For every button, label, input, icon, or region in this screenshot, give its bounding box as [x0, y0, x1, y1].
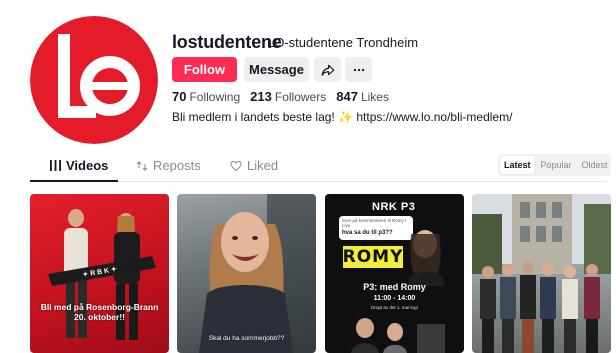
video-caption: Bli med på Rosenborg-Brann 20. oktober!! [40, 302, 159, 323]
username: lostudentene [172, 32, 282, 52]
video-caption: Skal du ha sommerjobb?? [208, 335, 285, 342]
video-thumbnail[interactable]: NRK P3 Svar på kommentaren til Romy i Li… [325, 194, 464, 353]
follow-button[interactable]: Follow [172, 57, 237, 82]
tab-liked[interactable]: Liked [230, 158, 278, 173]
share-icon [321, 64, 334, 76]
likes-stat: 847 Likes [336, 89, 389, 104]
followers-stat[interactable]: 213 Followers [250, 89, 326, 104]
tab-videos-label: Videos [66, 158, 109, 173]
nickname: LO-studentene Trondheim [267, 35, 419, 50]
tab-liked-label: Liked [247, 158, 279, 173]
bio: Bli medlem i landets beste lag! ✨ https:… [172, 110, 513, 124]
followers-count: 213 [250, 89, 272, 104]
sort-latest[interactable]: Latest [500, 156, 535, 174]
video-thumbnail[interactable]: Skal du ha sommerjobb?? [177, 194, 316, 353]
video-scene-image [199, 194, 316, 353]
tab-videos[interactable]: Videos [50, 158, 108, 173]
tab-reposts[interactable]: Reposts [136, 158, 201, 173]
avatar[interactable] [30, 16, 158, 144]
share-button[interactable] [314, 57, 341, 82]
lo-logo-icon [30, 16, 158, 144]
program-subtitle: Dropt av det 1. mai tog! [371, 305, 418, 310]
program-title: P3: med Romy [363, 282, 426, 292]
heart-icon [230, 160, 242, 171]
likes-count: 847 [336, 89, 358, 104]
sort-popular[interactable]: Popular [537, 156, 576, 174]
following-label: Following [189, 90, 241, 104]
profile-stats: 70 Following 213 Followers 847 Likes [172, 89, 389, 104]
program-time: 11:00 - 14:00 [373, 295, 416, 302]
repost-icon [136, 160, 148, 171]
more-icon [353, 68, 364, 71]
followers-label: Followers [274, 90, 327, 104]
following-count: 70 [172, 89, 187, 104]
video-scene-image [351, 230, 445, 353]
sort-toggle: Latest Popular Oldest [498, 154, 611, 176]
more-button[interactable] [345, 57, 372, 82]
grid-icon [50, 160, 61, 171]
likes-label: Likes [360, 90, 389, 104]
video-thumbnail[interactable]: ✦ R B K ✦ Bli med på Rosenborg-Brann 20.… [30, 194, 169, 353]
video-thumbnail[interactable] [472, 194, 611, 353]
video-scene-image: ✦ R B K ✦ [48, 209, 156, 340]
following-stat[interactable]: 70 Following [172, 89, 240, 104]
video-scene-image [472, 194, 611, 353]
message-button[interactable]: Message [244, 57, 309, 82]
active-tab-indicator [30, 180, 118, 182]
sort-oldest[interactable]: Oldest [578, 156, 612, 174]
tab-reposts-label: Reposts [153, 158, 201, 173]
